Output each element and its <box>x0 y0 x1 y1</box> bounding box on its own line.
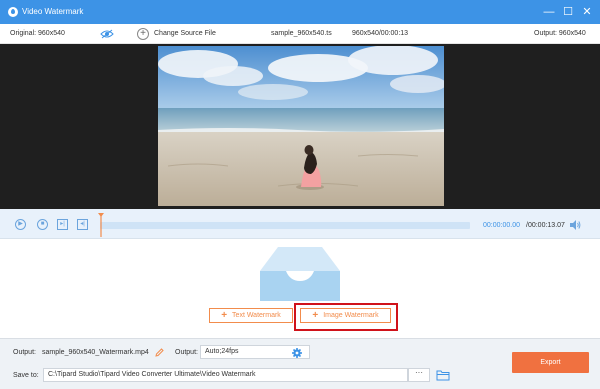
video-frame[interactable] <box>158 46 444 206</box>
source-meta: 960x540/00:00:13 <box>352 30 409 37</box>
open-folder-icon[interactable] <box>436 369 450 381</box>
highlight-box <box>294 303 398 331</box>
source-filename: sample_960x540.ts <box>271 30 332 37</box>
maximize-button[interactable]: ☐ <box>561 5 575 19</box>
video-preview-area <box>0 44 600 209</box>
gear-icon[interactable] <box>292 348 302 358</box>
current-time: 00:00:00.00 <box>483 222 520 229</box>
watermark-panel: + Text Watermark + Image Watermark <box>0 240 600 338</box>
close-button[interactable]: ✕ <box>580 5 594 19</box>
timeline-track[interactable] <box>100 222 470 229</box>
output-filename: sample_960x540_Watermark.mp4 <box>42 349 149 356</box>
next-frame-icon[interactable]: ▸| <box>57 219 68 230</box>
add-source-icon[interactable]: + <box>137 28 149 40</box>
stop-icon[interactable]: ■ <box>37 219 48 230</box>
format-label: Output: <box>175 349 198 356</box>
beach-scene-image <box>158 46 444 206</box>
source-info-bar: Original: 960x540 + Change Source File s… <box>0 24 600 44</box>
change-source-file-link[interactable]: Change Source File <box>154 30 216 37</box>
output-settings-bar: Output: sample_960x540_Watermark.mp4 Out… <box>0 338 600 389</box>
playback-controls: ▶ ■ ▸| ◂| 00:00:00.00 /00:00:13.07 <box>0 209 600 239</box>
save-path-field[interactable]: C:\Tipard Studio\Tipard Video Converter … <box>43 368 408 382</box>
volume-icon[interactable] <box>570 220 581 230</box>
save-to-label: Save to: <box>13 372 39 379</box>
empty-tray-icon <box>260 247 340 301</box>
playhead-marker-icon[interactable] <box>98 213 104 237</box>
plus-icon: + <box>221 310 228 321</box>
output-label: Output: <box>13 349 36 356</box>
hide-eye-icon[interactable] <box>100 29 114 39</box>
app-logo-icon <box>8 7 18 17</box>
minimize-button[interactable]: — <box>542 5 556 19</box>
text-watermark-label: Text Watermark <box>232 312 281 319</box>
window-title: Video Watermark <box>22 7 84 16</box>
edit-pencil-icon[interactable] <box>155 348 164 357</box>
play-icon[interactable]: ▶ <box>15 219 26 230</box>
original-resolution: Original: 960x540 <box>10 30 65 37</box>
total-duration: /00:00:13.07 <box>526 222 565 229</box>
browse-button[interactable]: ··· <box>408 368 430 382</box>
output-resolution: Output: 960x540 <box>534 30 586 37</box>
frame-back-icon[interactable]: ◂| <box>77 219 88 230</box>
export-button[interactable]: Export <box>512 352 589 373</box>
title-bar: Video Watermark — ☐ ✕ <box>0 0 600 24</box>
text-watermark-button[interactable]: + Text Watermark <box>209 308 293 323</box>
